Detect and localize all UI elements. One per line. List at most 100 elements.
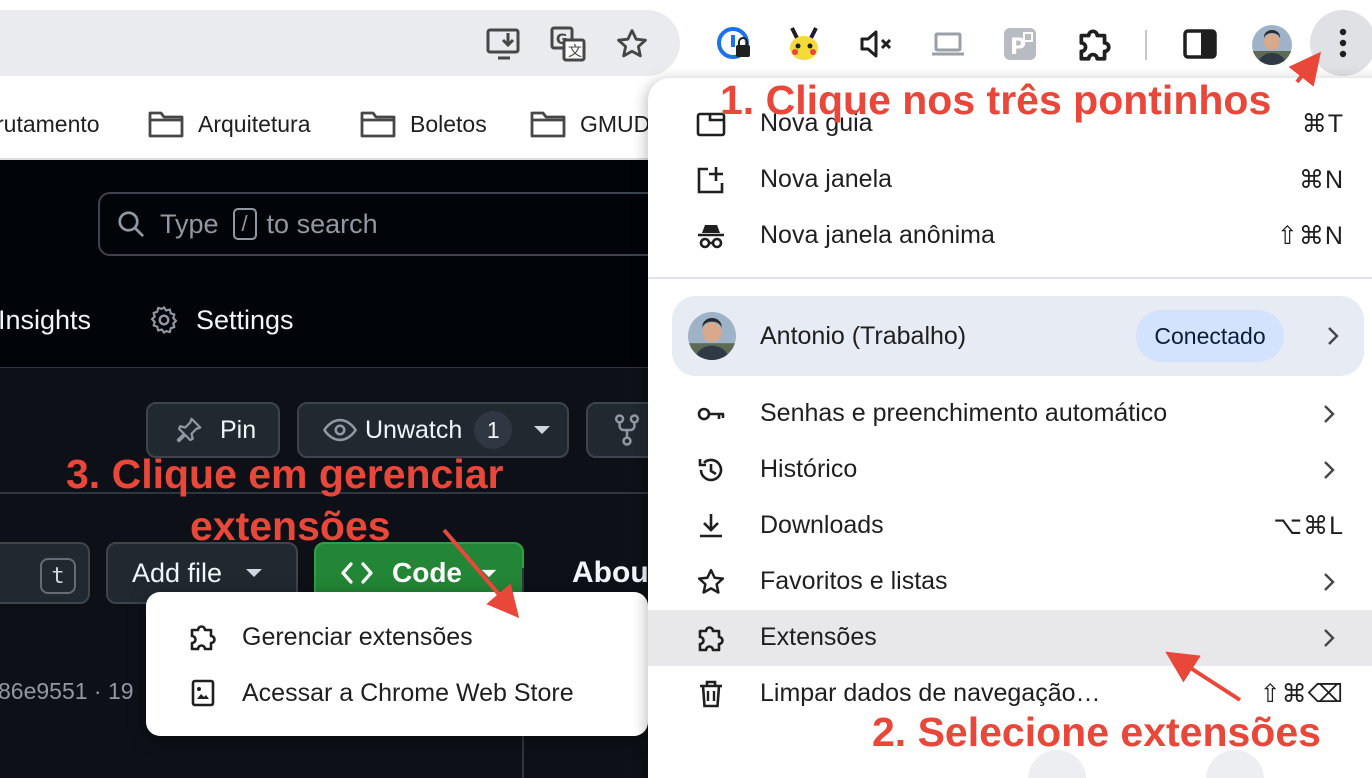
chevron-right-icon	[1324, 573, 1335, 591]
menu-item-label: Limpar dados de navegação…	[760, 679, 1101, 707]
laptop-icon[interactable]	[926, 22, 970, 66]
bookmark-folder-boletos[interactable]: Boletos	[360, 105, 487, 143]
annotation-step-1: 1. Clique nos três pontinhos	[720, 77, 1272, 123]
annotation-step-2: 2. Selecione extensões	[872, 709, 1321, 755]
download-icon	[700, 514, 722, 538]
install-app-icon[interactable]	[484, 22, 524, 66]
menu-profile-row[interactable]: Antonio (Trabalho) Conectado	[672, 296, 1364, 376]
menu-separator	[648, 277, 1372, 279]
translate-icon[interactable]: G文	[548, 22, 588, 66]
chevron-right-icon	[1328, 327, 1339, 345]
latest-commit-hash[interactable]: 86e9551 · 19	[0, 678, 134, 705]
repo-tab-settings[interactable]: Settings	[148, 300, 294, 340]
bookmark-folder-gmud[interactable]: GMUD	[530, 105, 650, 143]
key-icon	[697, 407, 725, 421]
annotation-step-3-line-2: extensões	[190, 503, 391, 549]
caret-down-icon	[534, 426, 551, 434]
code-label: Code	[392, 557, 462, 588]
bookmark-folder-arquitetura[interactable]: Arquitetura	[148, 105, 311, 143]
eye-icon	[323, 418, 357, 442]
unwatch-label: Unwatch	[365, 415, 463, 444]
fork-button[interactable]	[586, 402, 648, 458]
about-heading: About	[572, 556, 648, 589]
chevron-right-icon	[1324, 405, 1335, 423]
chrome-main-menu: Nova guia ⌘T Nova janela ⌘N Nova janela …	[648, 78, 1372, 778]
menu-item-passwords[interactable]: Senhas e preenchimento automático	[648, 386, 1372, 442]
go-to-file-shortcut: t	[40, 558, 76, 594]
bookmark-label: Boletos	[410, 110, 487, 137]
extension-icon	[698, 626, 724, 652]
pikachu-extension-icon[interactable]	[782, 22, 826, 66]
menu-item-label: Extensões	[760, 623, 877, 651]
pip-extension-icon[interactable]: P	[998, 22, 1042, 66]
password-manager-icon[interactable]	[712, 22, 756, 66]
web-store-icon	[191, 679, 215, 707]
profile-name: Antonio (Trabalho)	[760, 322, 967, 350]
folder-icon	[530, 111, 566, 138]
menu-item-history[interactable]: Histórico	[648, 442, 1372, 498]
menu-item-shortcut: ⇧⌘N	[1276, 222, 1344, 250]
repo-tab-label: Settings	[196, 304, 294, 335]
menu-item-label: Nova janela	[760, 165, 893, 193]
trash-icon	[700, 680, 722, 708]
bookmark-rutamento[interactable]: rutamento	[0, 105, 100, 143]
star-icon	[697, 568, 725, 594]
bookmark-label: GMUD	[580, 110, 651, 137]
caret-down-icon	[481, 569, 497, 577]
menu-item-bookmarks[interactable]: Favoritos e listas	[648, 554, 1372, 610]
bookmark-star-icon[interactable]	[612, 22, 652, 66]
chevron-right-icon	[1324, 461, 1335, 479]
github-header: Type / to search Insights Settings	[0, 160, 698, 368]
code-brackets-icon	[341, 562, 373, 584]
extensions-submenu: Gerenciar extensões Acessar a Chrome Web…	[146, 592, 648, 736]
menu-item-label: Favoritos e listas	[760, 567, 948, 595]
manage-extensions-label: Gerenciar extensões	[242, 622, 473, 651]
chrome-web-store-label: Acessar a Chrome Web Store	[242, 678, 574, 707]
three-dots-icon	[1339, 28, 1347, 58]
annotation-step-3-line-1: 3. Clique em gerenciar	[66, 451, 504, 497]
menu-item-extensions[interactable]: Extensões	[648, 610, 1372, 666]
bookmark-label: Arquitetura	[198, 110, 311, 137]
manage-extensions-item[interactable]: Gerenciar extensões	[146, 609, 648, 665]
watchers-count: 1	[474, 411, 513, 449]
gear-icon	[150, 306, 178, 334]
profile-avatar	[688, 312, 736, 360]
profile-avatar[interactable]	[1252, 25, 1292, 65]
menu-item-label: Downloads	[760, 511, 884, 539]
side-panel-icon[interactable]	[1178, 22, 1222, 66]
chrome-menu-button[interactable]	[1310, 10, 1372, 76]
search-shortcut-key: /	[232, 208, 257, 240]
history-icon	[698, 458, 723, 482]
menu-item-shortcut: ⌥⌘L	[1273, 512, 1344, 540]
menu-item-shortcut: ⌘N	[1298, 166, 1344, 194]
folder-icon	[148, 111, 184, 138]
menu-item-incognito[interactable]: Nova janela anônima ⇧⌘N	[648, 208, 1372, 264]
search-icon	[118, 211, 144, 237]
pin-icon	[176, 417, 202, 443]
search-placeholder-prefix: Type	[160, 208, 219, 239]
svg-text:文: 文	[568, 44, 582, 60]
repo-tab-insights[interactable]: Insights	[0, 300, 91, 340]
chevron-right-icon	[1324, 629, 1335, 647]
search-placeholder-suffix: to search	[266, 208, 378, 239]
menu-item-shortcut: ⌘T	[1301, 110, 1344, 138]
fork-icon	[614, 414, 640, 446]
menu-item-downloads[interactable]: Downloads ⌥⌘L	[648, 498, 1372, 554]
folder-icon	[360, 111, 396, 138]
mute-tab-icon[interactable]	[854, 22, 898, 66]
bookmark-label: rutamento	[0, 110, 100, 137]
incognito-icon	[698, 225, 724, 249]
add-file-label: Add file	[132, 557, 223, 588]
menu-item-shortcut: ⇧⌘⌫	[1259, 680, 1344, 708]
menu-item-new-window[interactable]: Nova janela ⌘N	[648, 152, 1372, 208]
extensions-puzzle-icon[interactable]	[1072, 22, 1116, 66]
menu-item-label: Histórico	[760, 455, 858, 483]
extension-icon	[190, 625, 216, 651]
repo-tab-label: Insights	[0, 304, 92, 335]
chrome-web-store-item[interactable]: Acessar a Chrome Web Store	[146, 665, 648, 721]
sync-status-badge: Conectado	[1136, 310, 1284, 362]
caret-down-icon	[246, 569, 263, 577]
github-search-input[interactable]: Type / to search	[98, 192, 698, 256]
pin-label: Pin	[220, 415, 257, 444]
menu-item-label: Nova janela anônima	[760, 221, 995, 249]
